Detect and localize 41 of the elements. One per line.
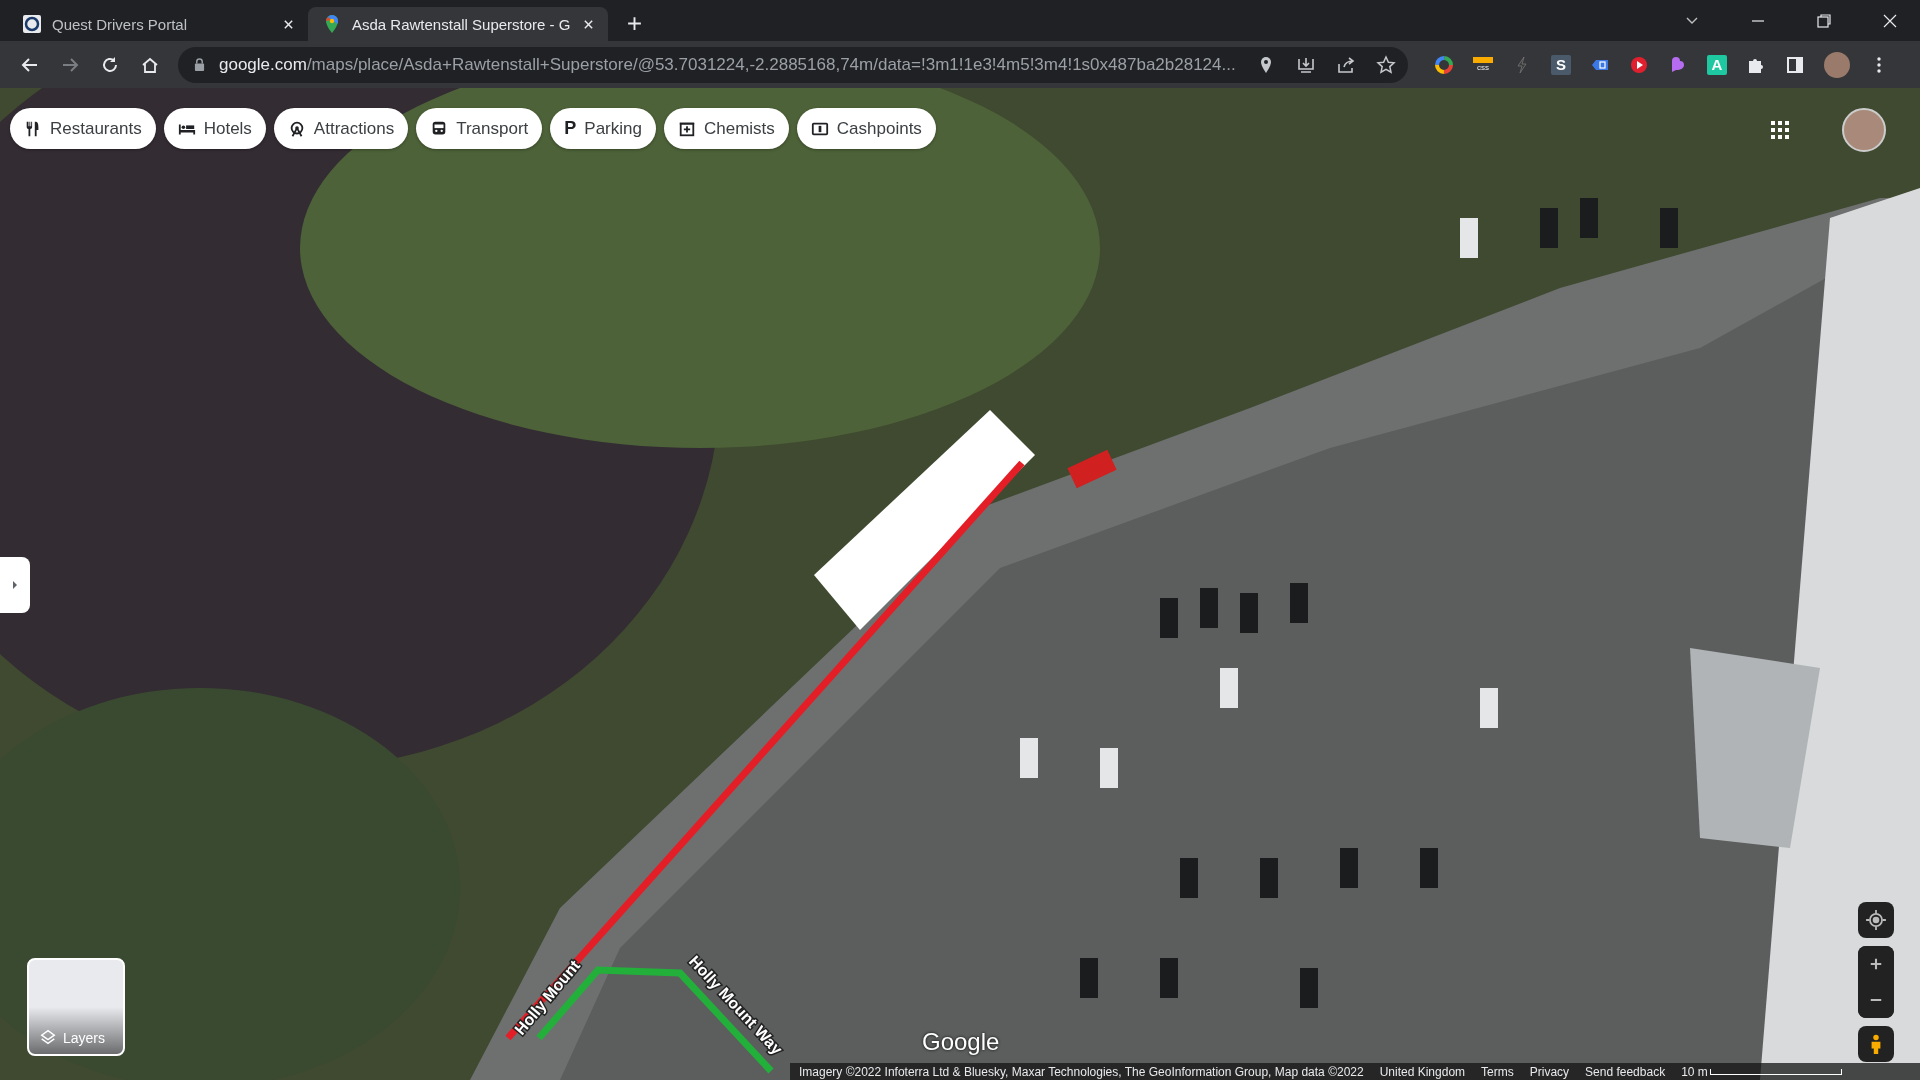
extension-button[interactable]: S: [1551, 54, 1571, 75]
color-wheel-icon[interactable]: [1434, 54, 1454, 75]
caret-icon: [11, 579, 19, 591]
restore-icon[interactable]: [1816, 13, 1832, 29]
star-icon[interactable]: [1375, 54, 1396, 75]
lock-icon: [194, 58, 205, 71]
side-panel-toggle[interactable]: [0, 557, 30, 613]
scale-label: 10 m: [1681, 1064, 1708, 1079]
parking-icon: P: [564, 118, 577, 139]
category-chip[interactable]: Cashpoints: [796, 108, 936, 149]
category-chip[interactable]: P Parking: [550, 108, 656, 149]
browser-tab[interactable]: Quest Drivers Portal: [8, 7, 308, 41]
category-chip[interactable]: Chemists: [663, 108, 789, 149]
footer-link[interactable]: Terms: [1481, 1064, 1514, 1079]
apps-grid-icon[interactable]: [1770, 120, 1790, 140]
footer-link[interactable]: Send feedback: [1585, 1064, 1666, 1079]
close-tab-icon[interactable]: [583, 18, 594, 30]
footer-link[interactable]: Privacy: [1529, 1064, 1570, 1079]
map-logo: Google: [922, 1028, 1000, 1056]
category-chip[interactable]: Attractions: [273, 108, 409, 149]
portal-favicon-icon: [22, 14, 42, 34]
close-window-icon[interactable]: [1882, 13, 1898, 29]
side-panel-icon[interactable]: [1785, 54, 1805, 75]
category-chip[interactable]: Restaurants: [10, 108, 156, 149]
imagery-attribution: Imagery ©2022 Infoterra Ltd & Bluesky, Maxar Technologies, The GeoInformation Group, Map data ©2022: [799, 1064, 1364, 1079]
share-icon[interactable]: [1335, 54, 1356, 75]
browser-tab[interactable]: Asda Rawtenstall Superstore - G: [308, 7, 608, 41]
street-view-button[interactable]: [1858, 1026, 1894, 1062]
plus-icon: [1869, 957, 1883, 971]
close-tab-icon[interactable]: [283, 18, 294, 30]
new-tab-icon[interactable]: [626, 15, 643, 32]
my-location-button[interactable]: [1858, 902, 1894, 938]
css-extension-button[interactable]: css: [1473, 56, 1493, 73]
layers-icon: [39, 1028, 57, 1046]
address-bar[interactable]: google.com/maps/place/Asda+Rawtenstall+Superstore/@53.7031224,-2.2885168,74m/data=!3m1!1e3!4m5!3m4!1s0x487ba2b28124...: [178, 46, 1408, 83]
footer-link[interactable]: United Kingdom: [1379, 1064, 1466, 1079]
profile-avatar[interactable]: [1824, 51, 1850, 78]
category-chip[interactable]: Transport: [416, 108, 543, 149]
crosshair-icon: [1865, 909, 1887, 931]
play-icon[interactable]: [1629, 54, 1649, 75]
category-chip[interactable]: Hotels: [163, 108, 266, 149]
